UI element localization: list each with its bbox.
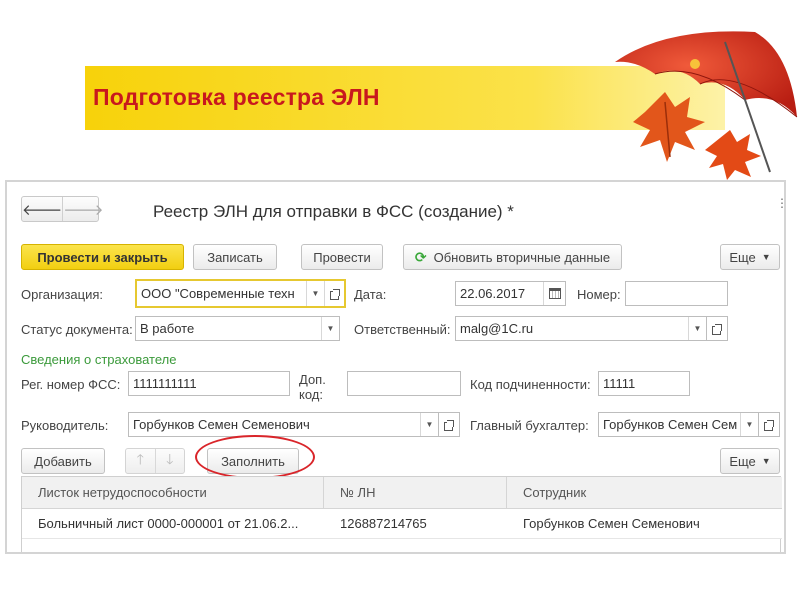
sub-code-label: Код подчиненности: — [470, 377, 591, 392]
back-button[interactable]: 🡐 — [22, 197, 62, 221]
umbrella-leaves-illustration — [615, 31, 798, 180]
open-icon — [764, 419, 774, 431]
calendar-icon[interactable] — [543, 282, 565, 305]
save-button[interactable]: Записать — [193, 244, 277, 270]
date-field[interactable]: 22.06.2017 — [455, 281, 566, 306]
head-value: Горбунков Семен Семенович — [133, 417, 310, 432]
add-code-field[interactable] — [347, 371, 461, 396]
head-field[interactable]: Горбунков Семен Семенович ▼ — [128, 412, 439, 437]
responsible-value: malg@1C.ru — [460, 321, 534, 336]
caret-down-icon: ▼ — [761, 252, 771, 262]
dropdown-icon[interactable]: ▼ — [740, 413, 758, 436]
navigation-buttons: 🡐 🡒 — [21, 196, 103, 222]
organization-field[interactable]: ООО "Современные техн ▼ — [135, 279, 346, 308]
reg-number-label: Рег. номер ФСС: — [21, 377, 121, 392]
organization-value: ООО "Современные техн — [141, 286, 295, 301]
arrow-left-icon: 🡐 — [22, 201, 63, 219]
dropdown-icon[interactable]: ▼ — [420, 413, 438, 436]
reg-number-value: 1111111111 — [133, 376, 197, 391]
document-window: 🡐 🡒 Реестр ЭЛН для отправки в ФСС (созда… — [5, 180, 786, 554]
fill-highlight-circle — [195, 435, 315, 479]
table-more-button[interactable]: Еще ▼ — [720, 448, 780, 474]
add-row-button[interactable]: Добавить — [21, 448, 105, 474]
sub-code-value: 11111 — [603, 376, 636, 391]
column-header-employee[interactable]: Сотрудник — [507, 477, 782, 509]
arrow-right-icon: 🡒 — [63, 201, 104, 219]
accountant-value: Горбунков Семен Сем — [603, 417, 738, 432]
window-menu-icon[interactable]: ⋮ — [776, 196, 784, 210]
table-header: Листок нетрудоспособности № ЛН Сотрудник — [22, 477, 782, 509]
post-and-close-button[interactable]: Провести и закрыть — [21, 244, 184, 270]
organization-label: Организация: — [21, 287, 104, 302]
open-icon — [712, 323, 722, 335]
date-label: Дата: — [354, 287, 387, 302]
sick-leave-table: Листок нетрудоспособности № ЛН Сотрудник… — [21, 476, 782, 552]
date-value: 22.06.2017 — [460, 286, 526, 301]
refresh-label: Обновить вторичные данные — [433, 249, 611, 265]
refresh-secondary-data-button[interactable]: ⟳ Обновить вторичные данные — [403, 244, 622, 270]
dropdown-icon[interactable]: ▼ — [688, 317, 706, 340]
sub-code-field[interactable]: 11111 — [598, 371, 690, 396]
open-icon[interactable] — [324, 281, 344, 306]
cell-ln-number: 126887214765 — [340, 516, 427, 531]
accountant-open-button[interactable] — [758, 412, 780, 437]
arrow-up-icon[interactable]: 🡑 — [126, 449, 155, 473]
form-title: Реестр ЭЛН для отправки в ФСС (создание)… — [153, 202, 514, 221]
status-label: Статус документа: — [21, 322, 133, 337]
column-header-sick-leave[interactable]: Листок нетрудоспособности — [22, 477, 324, 509]
accountant-label: Главный бухгалтер: — [470, 418, 589, 433]
number-field[interactable] — [625, 281, 728, 306]
head-open-button[interactable] — [438, 412, 460, 437]
dropdown-icon[interactable]: ▼ — [306, 281, 324, 306]
column-header-ln-number[interactable]: № ЛН — [324, 477, 507, 509]
dropdown-icon[interactable]: ▼ — [321, 317, 339, 340]
cell-sick-leave: Больничный лист 0000-000001 от 21.06.2..… — [38, 516, 299, 531]
cell-employee: Горбунков Семен Семенович — [523, 516, 700, 531]
responsible-label: Ответственный: — [354, 322, 451, 337]
status-value: В работе — [140, 321, 195, 336]
reg-number-field[interactable]: 1111111111 — [128, 371, 290, 396]
accountant-field[interactable]: Горбунков Семен Сем ▼ — [598, 412, 759, 437]
table-more-label: Еще — [729, 453, 756, 469]
add-code-label: Доп. код: — [299, 372, 326, 402]
more-label: Еще — [729, 249, 756, 265]
caret-down-icon: ▼ — [761, 456, 771, 466]
post-button[interactable]: Провести — [301, 244, 383, 270]
open-icon — [444, 419, 454, 431]
more-button[interactable]: Еще ▼ — [720, 244, 780, 270]
status-field[interactable]: В работе ▼ — [135, 316, 340, 341]
table-row[interactable]: Больничный лист 0000-000001 от 21.06.2..… — [22, 509, 782, 539]
add-code-label-line1: Доп. — [299, 372, 326, 387]
responsible-open-button[interactable] — [706, 316, 728, 341]
responsible-field[interactable]: malg@1C.ru ▼ — [455, 316, 707, 341]
arrow-down-icon[interactable]: 🡓 — [154, 449, 185, 473]
head-label: Руководитель: — [21, 418, 109, 433]
slide-title: Подготовка реестра ЭЛН — [93, 84, 380, 110]
refresh-icon: ⟳ — [414, 248, 427, 265]
move-buttons: 🡑 🡓 — [125, 448, 185, 474]
add-code-label-line2: код: — [299, 387, 323, 402]
forward-button[interactable]: 🡒 — [62, 197, 103, 221]
number-label: Номер: — [577, 287, 621, 302]
insurer-section-title: Сведения о страхователе — [21, 352, 177, 367]
